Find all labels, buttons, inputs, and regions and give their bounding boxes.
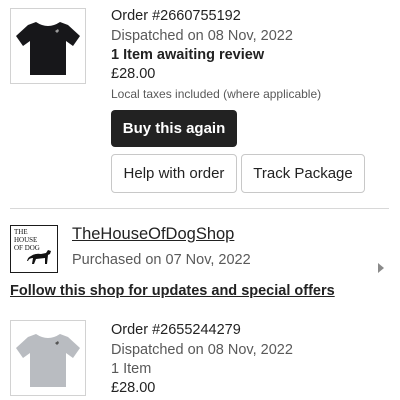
dispatch-status: Dispatched on 08 Nov, 2022	[111, 342, 293, 358]
section-divider	[10, 208, 389, 209]
follow-shop-link[interactable]: Follow this shop for updates and special…	[10, 283, 335, 299]
product-image[interactable]	[10, 8, 86, 84]
tshirt-icon	[16, 334, 80, 387]
tax-note: Local taxes included (where applicable)	[111, 87, 322, 101]
dispatch-status: Dispatched on 08 Nov, 2022	[111, 28, 293, 44]
item-count: 1 Item	[111, 361, 152, 377]
shop-name-link[interactable]: TheHouseOfDogShop	[72, 225, 234, 244]
track-package-button[interactable]: Track Package	[241, 154, 365, 193]
dog-logo-icon	[27, 250, 51, 264]
tshirt-icon	[16, 22, 80, 75]
chevron-right-icon[interactable]	[376, 262, 386, 274]
review-status: 1 Item awaiting review	[111, 47, 265, 63]
order-price: £28.00	[111, 380, 156, 396]
order-number: Order #2655244279	[111, 322, 241, 338]
purchase-date: Purchased on 07 Nov, 2022	[72, 252, 251, 268]
shop-logo[interactable]: THE HOUSE OF DOG	[10, 225, 58, 273]
order-price: £28.00	[111, 66, 156, 82]
help-with-order-button[interactable]: Help with order	[111, 154, 237, 193]
order-number: Order #2660755192	[111, 8, 241, 24]
buy-again-button[interactable]: Buy this again	[111, 110, 237, 147]
product-image[interactable]	[10, 320, 86, 396]
